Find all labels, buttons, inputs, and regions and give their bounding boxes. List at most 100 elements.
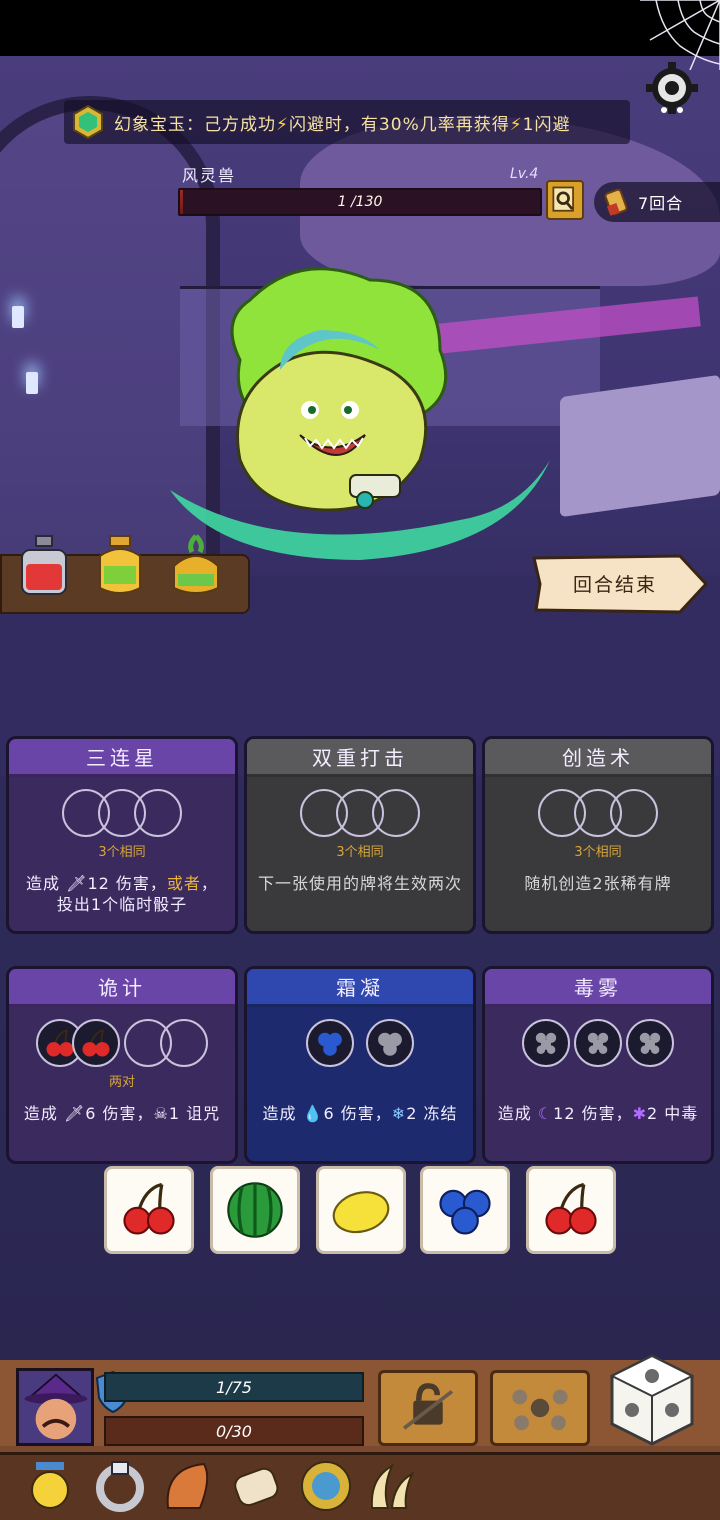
dice-slot[interactable] xyxy=(160,1019,208,1067)
enemy-name: 风灵兽 xyxy=(182,166,237,185)
card-requirement: 3个相同 xyxy=(574,845,622,860)
claw-relic-icon[interactable] xyxy=(362,1458,418,1514)
card-title: 双重打击 xyxy=(247,739,473,777)
lock-icon xyxy=(402,1383,454,1430)
horn-relic-icon[interactable] xyxy=(160,1458,216,1514)
card-poison-fog[interactable]: 毒雾 造成 ☾12 伤害，✱2 中毒 xyxy=(482,966,714,1164)
card-title: 毒雾 xyxy=(485,969,711,1007)
ring-relic-icon[interactable] xyxy=(92,1458,148,1514)
grape-icon xyxy=(378,1032,402,1056)
poison-icon: ✱ xyxy=(632,1104,647,1123)
die-cherry[interactable] xyxy=(526,1166,616,1254)
lock-dice-button[interactable] xyxy=(378,1370,478,1446)
dice-slots xyxy=(9,787,235,839)
sword-icon: 🗡 xyxy=(63,1104,86,1123)
dice-slots xyxy=(247,787,473,839)
dice-slots xyxy=(485,787,711,839)
background-tomb xyxy=(560,374,720,518)
water-drop-icon: 💧 xyxy=(302,1104,324,1123)
dice-slot[interactable] xyxy=(134,789,182,837)
card-title: 创造术 xyxy=(485,739,711,777)
dice-slot[interactable] xyxy=(72,1019,120,1067)
card-trick[interactable]: 诡计 两对 造成 🗡6 伤害，☠1 诅咒 xyxy=(6,966,238,1164)
die-lemon[interactable] xyxy=(316,1166,406,1254)
dice-slot[interactable] xyxy=(522,1019,570,1067)
enemy-level: Lv.4 xyxy=(510,166,539,182)
die-watermelon[interactable] xyxy=(210,1166,300,1254)
cherry-icon xyxy=(123,1182,175,1235)
sword-icon: 🗡 xyxy=(66,874,88,893)
card-triple-star[interactable]: 三连星 3个相同 造成 🗡12 伤害，或者，投出1个临时骰子 xyxy=(6,736,238,934)
lemon-icon xyxy=(332,1191,390,1234)
card-creation[interactable]: 创造术 3个相同 随机创造2张稀有牌 xyxy=(482,736,714,934)
card-description: 下一张使用的牌将生效两次 xyxy=(257,874,462,893)
cherry-icon xyxy=(82,1029,110,1057)
round-label: 7回合 xyxy=(638,194,684,213)
grape-icon xyxy=(587,1032,609,1055)
card-frost[interactable]: 霜凝 造成 💧6 伤害，❄2 冻结 xyxy=(244,966,476,1164)
player-energy-text: 0/30 xyxy=(216,1422,252,1441)
cherry-icon xyxy=(545,1182,597,1235)
magnifier-icon xyxy=(552,186,574,212)
compass-relic-icon[interactable] xyxy=(298,1458,354,1514)
card-double-strike[interactable]: 双重打击 3个相同 下一张使用的牌将生效两次 xyxy=(244,736,476,934)
card-title: 霜凝 xyxy=(247,969,473,1007)
player-hp-text: 1/75 xyxy=(216,1378,252,1397)
watermelon-icon xyxy=(227,1182,283,1238)
snowflake-icon: ❄ xyxy=(391,1104,407,1123)
card-title: 三连星 xyxy=(9,739,235,777)
card-requirement xyxy=(247,1071,473,1089)
card-requirement: 3个相同 xyxy=(98,845,146,860)
grape-icon xyxy=(535,1032,557,1055)
enemy-hp-text: 1 /130 xyxy=(337,194,383,210)
card-description: 造成 🗡12 伤害，或者，投出1个临时骰子 xyxy=(26,874,218,914)
card-title: 诡计 xyxy=(9,969,235,1007)
dice-slot[interactable] xyxy=(366,1019,414,1067)
relic-buff-banner: 幻象宝玉：己方成功⚡闪避时，有30%几率再获得⚡1闪避 xyxy=(64,100,630,144)
blueberry-icon xyxy=(439,1189,491,1235)
wizard-portrait-icon xyxy=(19,1371,91,1443)
orange-potion-icon[interactable] xyxy=(90,532,150,602)
round-counter: 7回合 xyxy=(594,182,720,222)
player-avatar[interactable] xyxy=(16,1368,94,1446)
dice-slot[interactable] xyxy=(626,1019,674,1067)
bone-relic-icon[interactable] xyxy=(228,1458,284,1514)
dice-slot[interactable] xyxy=(574,1019,622,1067)
card-description: 造成 🗡6 伤害，☠1 诅咒 xyxy=(23,1104,221,1123)
settings-gear-icon[interactable] xyxy=(644,60,700,116)
candle-icon xyxy=(26,372,38,394)
lantern-relic-icon[interactable] xyxy=(22,1458,78,1514)
card-description: 造成 ☾12 伤害，✱2 中毒 xyxy=(497,1104,699,1123)
enemy-info-button[interactable] xyxy=(546,180,584,220)
enemy-hp-bar: 1 /130 xyxy=(178,188,542,216)
blueberry-icon xyxy=(318,1032,342,1056)
die-cherry[interactable] xyxy=(104,1166,194,1254)
moon-icon: ☾ xyxy=(537,1104,554,1123)
card-requirement: 两对 xyxy=(108,1075,135,1090)
dice-slots xyxy=(247,1017,473,1069)
green-potion-icon[interactable] xyxy=(166,532,226,602)
roll-dice-button[interactable] xyxy=(606,1352,698,1448)
buff-description: 幻象宝玉：己方成功⚡闪避时，有30%几率再获得⚡1闪避 xyxy=(114,114,571,135)
die-blueberry[interactable] xyxy=(420,1166,510,1254)
red-potion-icon[interactable] xyxy=(14,532,74,602)
candle-icon xyxy=(12,306,24,328)
status-bar xyxy=(0,0,720,56)
dice-slot[interactable] xyxy=(372,789,420,837)
end-turn-button[interactable] xyxy=(530,552,708,616)
dice-slot[interactable] xyxy=(610,789,658,837)
gem-icon xyxy=(73,104,103,140)
explosion-icon xyxy=(512,1389,568,1431)
dice-slots xyxy=(9,1017,235,1069)
card-requirement: 3个相同 xyxy=(336,845,384,860)
card-requirement xyxy=(485,1071,711,1089)
battle-scene xyxy=(0,56,720,1360)
card-description: 造成 💧6 伤害，❄2 冻结 xyxy=(262,1104,458,1123)
scroll-icon xyxy=(604,188,628,216)
reroll-button[interactable] xyxy=(490,1370,590,1446)
dice-slots xyxy=(485,1017,711,1069)
grape-icon xyxy=(639,1032,661,1055)
dice-slot[interactable] xyxy=(306,1019,354,1067)
skull-icon: ☠ xyxy=(153,1104,169,1123)
card-description: 随机创造2张稀有牌 xyxy=(524,874,672,893)
